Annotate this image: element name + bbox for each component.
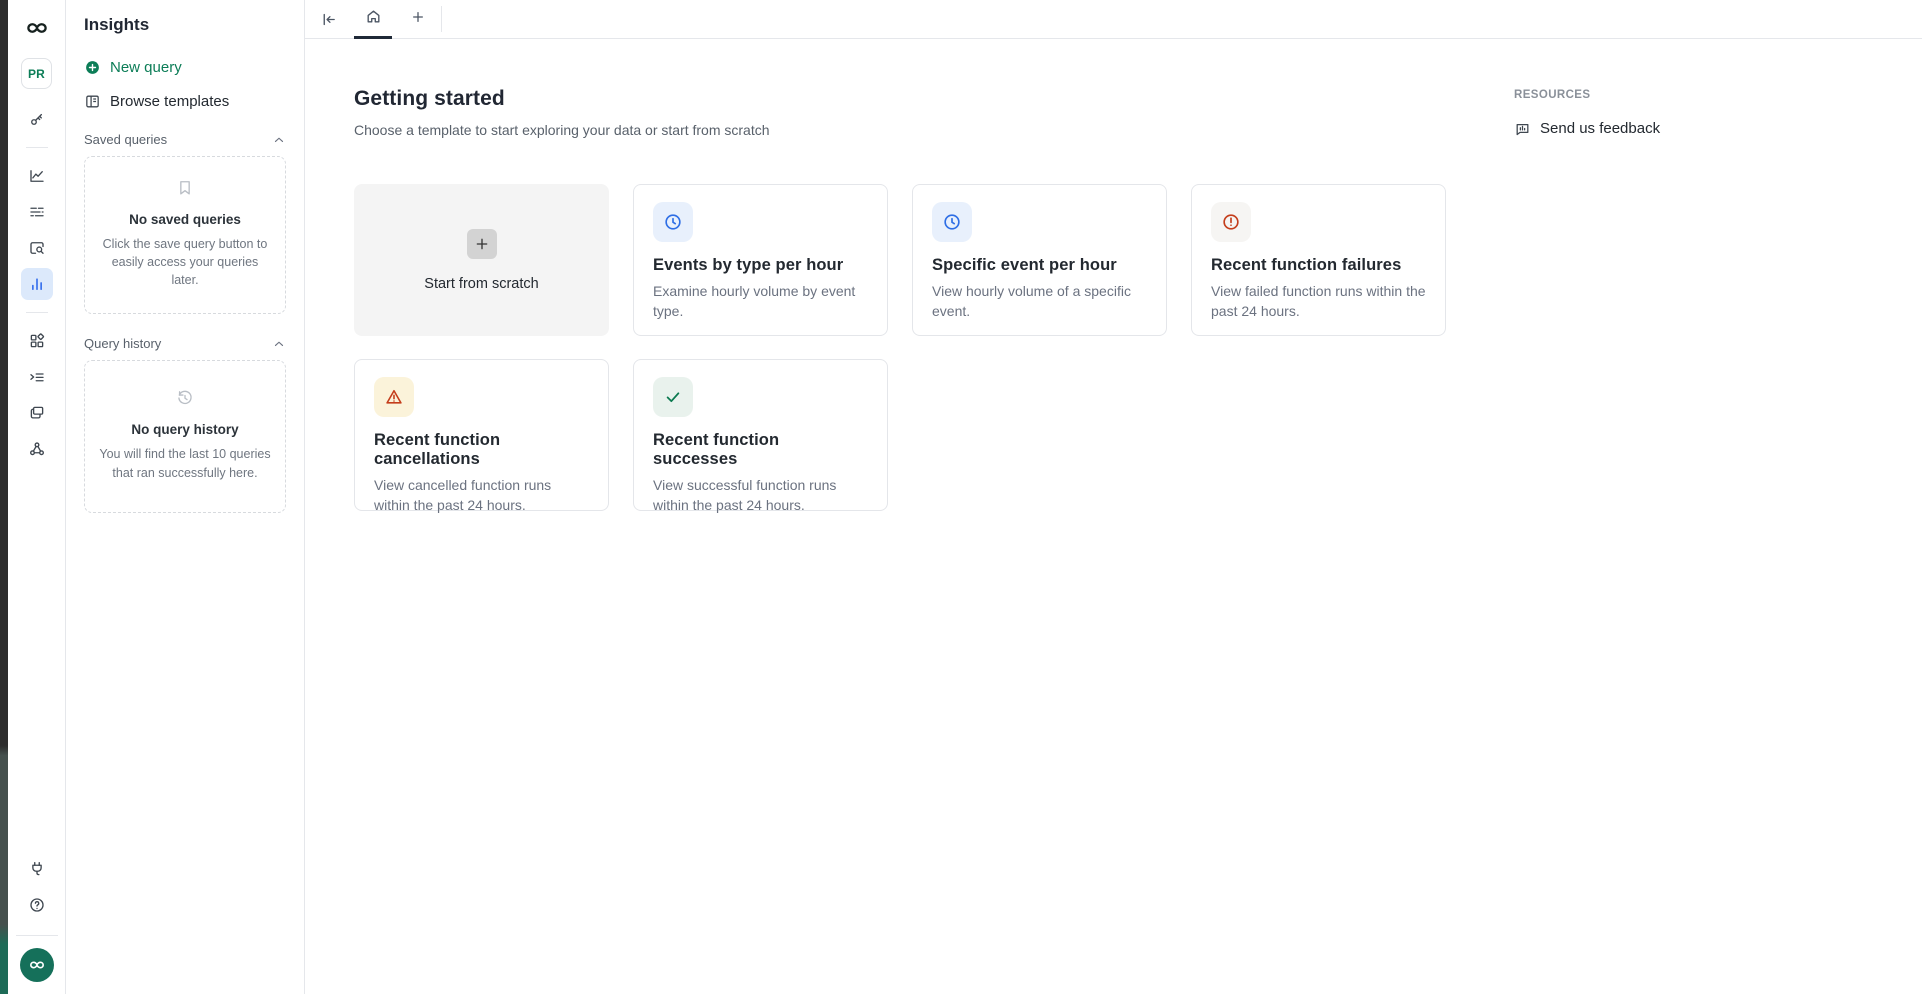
query-history-empty-state: No query history You will find the last … [84,360,286,512]
template-card-function-failures[interactable]: Recent function failures View failed fun… [1191,184,1446,336]
new-query-button[interactable]: New query [84,59,286,76]
rail-divider [16,935,58,936]
icon-rail: PR [8,0,66,994]
avatar-inngest-logo-icon[interactable] [20,948,54,982]
apps-icon[interactable] [21,325,53,357]
plug-icon[interactable] [21,853,53,885]
tab-home[interactable] [351,0,395,38]
template-card-specific-event[interactable]: Specific event per hour View hourly volu… [912,184,1167,336]
chevron-up-icon [272,337,286,351]
template-card-function-cancellations[interactable]: Recent function cancellations View cance… [354,359,609,511]
key-icon[interactable] [21,103,53,135]
saved-queries-section-header[interactable]: Saved queries [84,132,286,147]
empty-state-title: No query history [131,422,238,437]
add-tab-icon [410,9,426,30]
start-from-scratch-card[interactable]: Start from scratch [354,184,609,336]
clock-icon [932,202,972,242]
bar-chart-icon[interactable] [21,268,53,300]
new-query-label: New query [110,59,182,76]
check-icon [653,377,693,417]
filter-lines-icon[interactable] [21,196,53,228]
template-card-function-successes[interactable]: Recent function successes View successfu… [633,359,888,511]
resources-block: RESOURCES Send us feedback [1514,89,1660,137]
alert-circle-icon [1211,202,1251,242]
empty-state-description: Click the save query button to easily ac… [97,235,273,289]
help-icon[interactable] [21,889,53,921]
card-title: Events by type per hour [653,256,868,275]
line-chart-icon[interactable] [21,160,53,192]
saved-queries-label: Saved queries [84,132,167,147]
plus-icon [467,229,497,259]
bookmark-icon [175,178,195,203]
insights-sidebar: Insights New query Browse templates Save… [66,0,305,994]
browse-templates-label: Browse templates [110,93,229,110]
windows-icon[interactable] [21,397,53,429]
page-title: Getting started [354,87,770,111]
feedback-icon [1514,120,1531,137]
tab-divider [441,6,442,32]
page-subtitle: Choose a template to start exploring you… [354,122,770,138]
card-description: View cancelled function runs within the … [374,476,589,516]
send-feedback-label: Send us feedback [1540,120,1660,137]
app-window: PR [0,0,1922,994]
card-description: View failed function runs within the pas… [1211,282,1426,322]
rail-divider [26,312,48,313]
browse-templates-button[interactable]: Browse templates [84,93,286,110]
clock-icon [653,202,693,242]
card-title: Recent function successes [653,431,868,469]
card-description: Examine hourly volume by event type. [653,282,868,322]
history-icon [175,388,195,413]
rail-divider [26,147,48,148]
chevron-up-icon [272,133,286,147]
main-area: Getting started Choose a template to sta… [305,0,1922,994]
start-from-scratch-label: Start from scratch [424,276,538,292]
empty-state-title: No saved queries [129,212,241,227]
template-card-events-by-type[interactable]: Events by type per hour Examine hourly v… [633,184,888,336]
card-description: View successful function runs within the… [653,476,868,516]
card-title: Specific event per hour [932,256,1147,275]
templates-icon [84,93,101,110]
template-card-grid: Start from scratch Events by type per ho… [354,184,1446,511]
doc-search-icon[interactable] [21,232,53,264]
saved-queries-empty-state: No saved queries Click the save query bu… [84,156,286,314]
webhook-icon[interactable] [21,433,53,465]
sidebar-title: Insights [84,15,286,35]
card-title: Recent function failures [1211,256,1426,275]
plus-circle-icon [84,59,101,76]
list-caret-icon[interactable] [21,361,53,393]
add-tab-button[interactable] [395,0,441,38]
send-feedback-button[interactable]: Send us feedback [1514,120,1660,137]
warning-triangle-icon [374,377,414,417]
tab-bar [305,0,1922,39]
card-description: View hourly volume of a specific event. [932,282,1147,322]
empty-state-description: You will find the last 10 queries that r… [97,445,273,481]
query-history-section-header[interactable]: Query history [84,336,286,351]
query-history-label: Query history [84,336,161,351]
home-icon [365,8,382,30]
card-title: Recent function cancellations [374,431,589,469]
main-content: Getting started Choose a template to sta… [305,39,1922,994]
collapse-panel-icon[interactable] [305,0,351,38]
inngest-logo-icon [23,14,51,42]
background-window-sliver [0,0,8,994]
workspace-badge[interactable]: PR [21,58,52,89]
resources-label: RESOURCES [1514,89,1660,101]
